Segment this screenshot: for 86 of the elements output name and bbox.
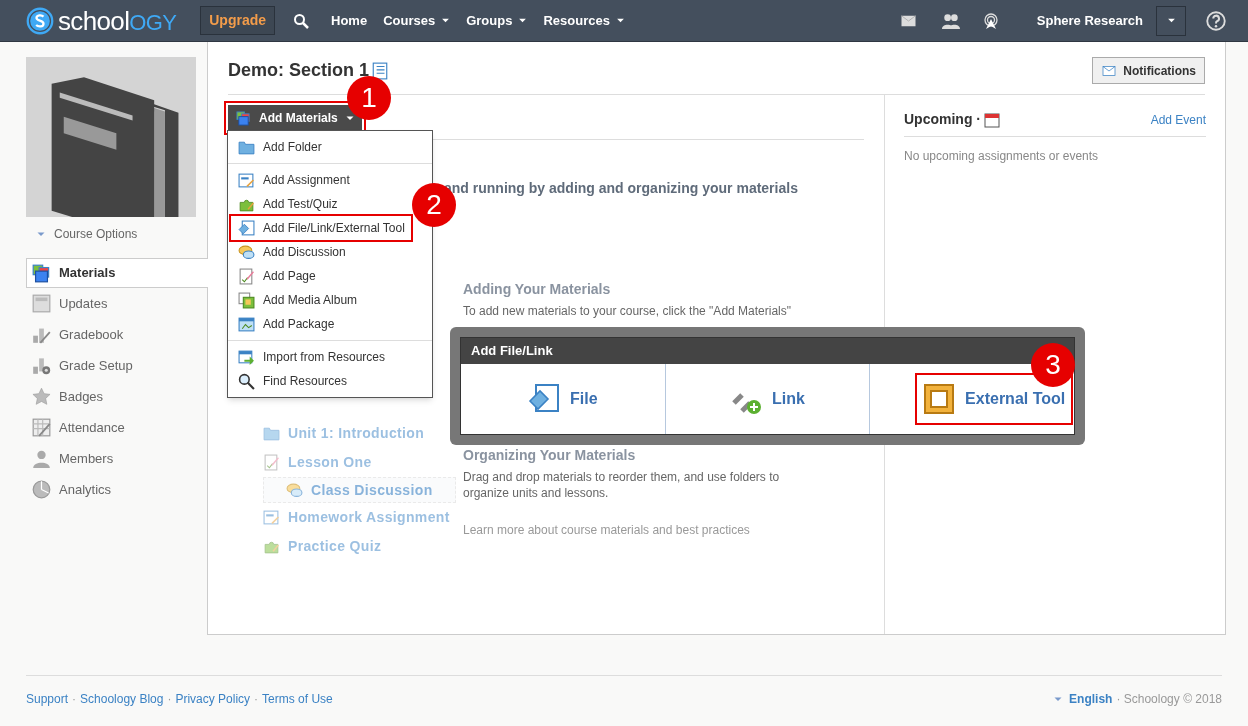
footer-link[interactable]: Schoology Blog — [80, 690, 164, 708]
sidebar-item[interactable]: Analytics — [26, 474, 207, 505]
nav-link[interactable]: Groups — [466, 10, 528, 31]
caret-icon — [37, 230, 45, 238]
notifications-button[interactable]: Notifications — [1092, 57, 1205, 84]
caret-icon — [615, 16, 625, 25]
menu-item[interactable]: Find Resources — [228, 369, 354, 393]
analytics-icon — [32, 480, 51, 499]
sidebar-item[interactable]: Attendance — [26, 412, 207, 443]
menu-item[interactable]: Add Folder — [228, 135, 328, 159]
menu-item[interactable]: Add Discussion — [228, 240, 352, 264]
materials-icon — [32, 263, 51, 283]
import-icon — [238, 348, 255, 366]
course-options-link[interactable]: Course Options — [54, 225, 138, 243]
logo[interactable]: schoolOGY — [26, 6, 177, 35]
speech-bubbles-icon — [286, 481, 303, 499]
sidebar-item[interactable]: Badges — [26, 381, 207, 412]
caret-icon — [441, 16, 451, 25]
sample-material: Homework Assignment — [263, 503, 463, 532]
separator: · — [72, 691, 77, 708]
user-menu-button[interactable] — [1156, 5, 1186, 36]
materials-icon — [236, 110, 251, 126]
upgrade-button[interactable]: Upgrade — [200, 6, 275, 35]
updates-icon — [32, 294, 51, 313]
sidebar-item[interactable]: Members — [26, 443, 207, 474]
sidebar-item[interactable]: Gradebook — [26, 319, 207, 350]
footer-link[interactable]: Privacy Policy — [175, 690, 251, 708]
document-icon — [263, 509, 280, 526]
upcoming-title: Upcoming · — [904, 110, 981, 129]
caret-icon — [1166, 16, 1176, 25]
copyright-text: · Schoology © 2018 — [1116, 691, 1222, 708]
folder-icon — [263, 425, 280, 442]
s-circle-icon — [26, 6, 54, 35]
menu-item[interactable]: Import from Resources — [228, 345, 392, 369]
menu-item[interactable]: Add Package — [228, 312, 341, 336]
search-icon — [238, 372, 255, 390]
envelope-icon — [1101, 64, 1118, 77]
dialog-option[interactable]: Link — [724, 379, 811, 419]
caret-icon — [518, 16, 528, 25]
caret-icon — [1054, 695, 1063, 703]
help-icon — [1206, 10, 1226, 31]
menu-item[interactable]: Add Assignment — [228, 168, 356, 192]
language-link[interactable]: English — [1069, 690, 1113, 708]
separator: · — [167, 691, 172, 708]
footer-link[interactable]: Support — [26, 690, 69, 708]
speech-bubbles-icon — [238, 243, 255, 261]
footer-link[interactable]: Terms of Use — [262, 690, 333, 708]
search-icon — [293, 12, 309, 29]
file-icon — [238, 219, 255, 237]
nav-link[interactable]: Home — [331, 10, 368, 31]
section-text: Drag and drop materials to reorder them, and use folders to organize units and lessons. — [463, 469, 781, 501]
photo-album-icon — [238, 291, 255, 309]
notebook-icon — [371, 61, 390, 80]
package-icon — [238, 315, 255, 333]
section-text: To add new materials to your course, click the "Add Materials" — [463, 303, 792, 319]
separator: · — [254, 691, 259, 708]
page-icon — [238, 267, 255, 285]
sidebar-item[interactable]: Updates — [26, 288, 207, 319]
nav-link[interactable]: Resources — [543, 10, 625, 31]
sample-material: Lesson One — [263, 448, 463, 477]
nav-link[interactable]: Courses — [383, 10, 451, 31]
badges-icon — [32, 387, 51, 406]
members-icon — [32, 449, 51, 468]
attendance-icon — [32, 418, 51, 437]
document-icon — [238, 171, 255, 189]
menu-item[interactable]: Add Page — [228, 264, 322, 288]
menu-item[interactable]: Add File/Link/External Tool — [231, 216, 411, 240]
calendar-icon — [984, 111, 1000, 128]
menu-item[interactable]: Add Media Album — [228, 288, 364, 312]
gradesetup-icon — [32, 356, 51, 375]
empty-message: No upcoming assignments or events — [904, 148, 1100, 165]
caret-icon — [345, 114, 354, 122]
menu-item[interactable]: Add Test/Quiz — [228, 192, 344, 216]
add-event-link[interactable]: Add Event — [1150, 110, 1206, 129]
user-name[interactable]: Sphere Research — [1036, 10, 1143, 31]
people-icon — [940, 11, 961, 30]
section-heading: Adding Your Materials — [463, 280, 612, 299]
dialog-option[interactable]: File — [522, 379, 604, 419]
sidebar-item[interactable]: Materials — [26, 258, 208, 288]
sample-material: Class Discussion — [263, 477, 456, 503]
broadcast-icon — [982, 10, 999, 31]
page-icon — [263, 454, 280, 471]
section-heading: Organizing Your Materials — [463, 446, 637, 465]
sidebar-item[interactable]: Grade Setup — [26, 350, 207, 381]
sample-material: Practice Quiz — [263, 532, 463, 561]
file-icon — [528, 383, 561, 415]
